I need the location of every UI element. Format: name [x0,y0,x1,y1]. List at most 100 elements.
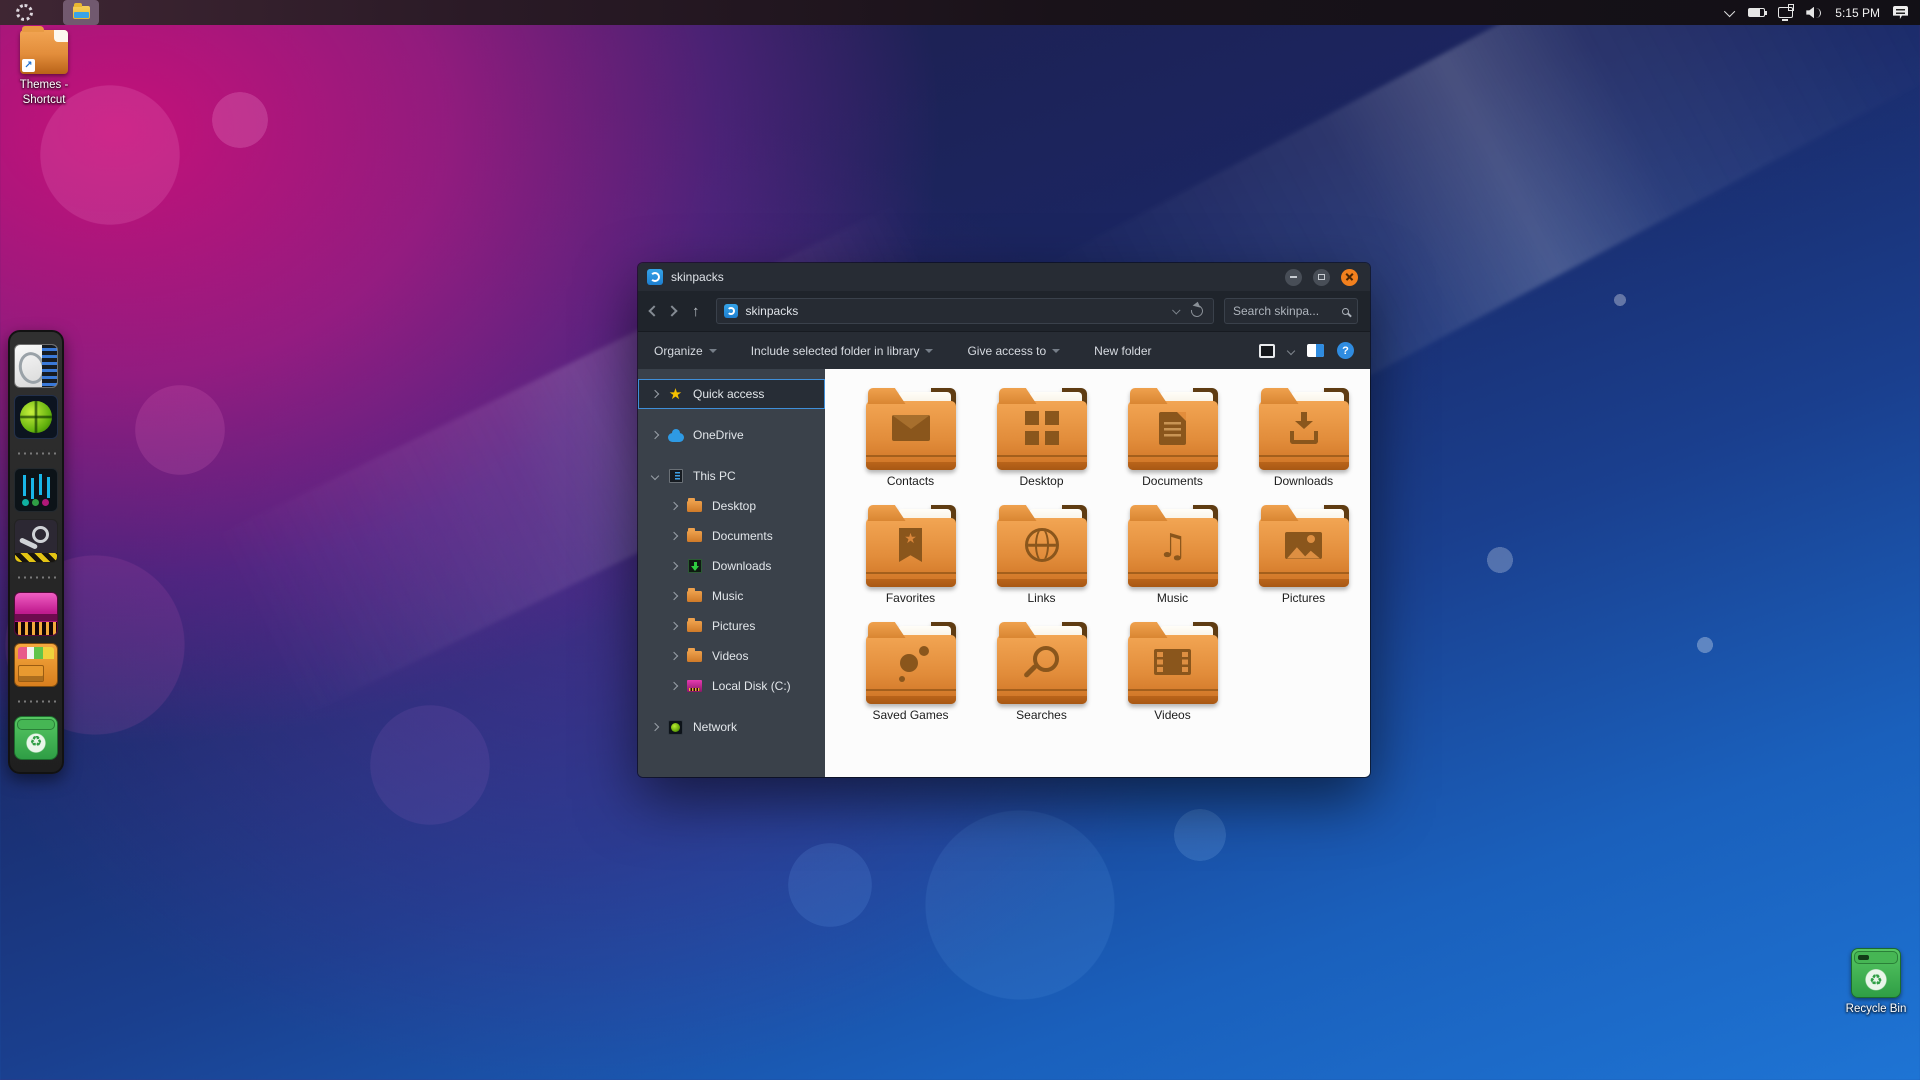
toolbar-organize-button[interactable]: Organize [654,344,717,358]
sidebar-item-label: Network [693,720,738,734]
folder-tile-downloads[interactable]: Downloads [1238,385,1369,502]
details-pane-icon[interactable] [1307,344,1324,357]
dock-separator [16,452,56,455]
folder-tile-label: Contacts [886,474,935,488]
sidebar-item-downloads[interactable]: Downloads [638,551,825,581]
preview-pane-icon[interactable] [1259,343,1275,358]
globe-glyph-icon [997,522,1087,568]
folder-tile-searches[interactable]: Searches [976,619,1107,736]
dock-disk-icon[interactable] [14,592,58,636]
sidebar-section: Network [638,712,825,742]
recycle-bin-slot [1858,955,1869,960]
expander-right-icon[interactable] [669,531,679,541]
folder-tile-saved-games[interactable]: Saved Games [845,619,976,736]
expander-right-icon[interactable] [669,561,679,571]
toolbar-new-folder-button[interactable]: New folder [1094,344,1151,358]
folder-tile-documents[interactable]: Documents [1107,385,1238,502]
display-icon[interactable] [1778,4,1795,21]
toolbar-label: Organize [654,343,703,358]
volume-icon[interactable] [1806,7,1822,19]
sidebar-item-videos[interactable]: Videos [638,641,825,671]
dock-cabinet-icon[interactable] [14,643,58,687]
expander-right-icon[interactable] [669,621,679,631]
app-icon [647,269,663,285]
folder-tile-music[interactable]: Music [1107,502,1238,619]
folder-icon [686,648,703,664]
sidebar-item-quick-access[interactable]: Quick access [638,379,825,409]
toolbar-label: Include selected folder in library [750,343,920,358]
sidebar-item-desktop[interactable]: Desktop [638,491,825,521]
folder-tile-pictures[interactable]: Pictures [1238,502,1369,619]
desktop-shortcut-themes[interactable]: ↗ Themes - Shortcut [8,26,80,108]
help-icon[interactable] [1337,342,1354,359]
expander-right-icon[interactable] [650,389,660,399]
dock-mixer-icon[interactable] [14,468,58,512]
folder-tile-links[interactable]: Links [976,502,1107,619]
dock-computer-icon[interactable] [14,344,58,388]
dock-recycle-icon[interactable] [14,716,58,760]
forward-button[interactable] [666,305,678,317]
clock: 5:15 PM [1835,5,1880,20]
expander-right-icon[interactable] [669,501,679,511]
sidebar-item-this-pc[interactable]: This PC [638,461,825,491]
star-icon [667,386,684,402]
sidebar-item-pictures[interactable]: Pictures [638,611,825,641]
dock-separator [16,700,56,703]
folder-icon [865,505,956,587]
window-controls [1285,268,1358,286]
sidebar-item-network[interactable]: Network [638,712,825,742]
address-dropdown-icon[interactable] [1172,306,1181,315]
search-glyph-icon [997,639,1087,685]
taskbar: 5:15 PM [0,0,1920,25]
refresh-icon[interactable] [1188,302,1206,320]
expander-right-icon[interactable] [669,651,679,661]
doc-glyph-icon [1128,405,1218,451]
shortcut-arrow-icon: ↗ [22,59,35,72]
expander-right-icon[interactable] [669,591,679,601]
action-center-icon[interactable] [1893,6,1908,19]
sidebar-section: OneDrive [638,420,825,450]
expander-right-icon[interactable] [650,722,660,732]
close-button[interactable] [1341,268,1358,286]
sidebar-item-local-disk-c[interactable]: Local Disk (C:) [638,671,825,701]
toolbar-include-selected-folder-in-library-button[interactable]: Include selected folder in library [751,344,934,358]
dock-steam-icon[interactable] [14,519,58,563]
menu-arrow-icon [925,348,934,353]
expander-down-icon[interactable] [650,471,660,481]
film-glyph-icon [1128,639,1218,685]
sidebar-section: Quick access [638,379,825,409]
folder-tile-favorites[interactable]: Favorites [845,502,976,619]
folder-tile-desktop[interactable]: Desktop [976,385,1107,502]
folder-icon [686,618,703,634]
folder-tile-label: Desktop [1019,474,1064,488]
folder-tile-label: Videos [1154,708,1191,722]
dock-browser-icon[interactable] [14,395,58,439]
battery-icon[interactable] [1748,8,1768,17]
chevron-down-icon[interactable] [1286,346,1296,355]
folder-tile-contacts[interactable]: Contacts [845,385,976,502]
chevron-down-icon[interactable] [1724,5,1736,17]
sidebar-item-onedrive[interactable]: OneDrive [638,420,825,450]
address-bar[interactable]: skinpacks [715,298,1214,324]
menu-arrow-icon [708,348,717,353]
back-button[interactable] [648,305,660,317]
dock [8,330,64,774]
up-button[interactable]: ↑ [692,304,700,319]
sidebar-item-documents[interactable]: Documents [638,521,825,551]
expander-right-icon[interactable] [669,681,679,691]
toolbar-give-access-to-button[interactable]: Give access to [967,344,1061,358]
search-icon[interactable] [1342,307,1349,315]
window-titlebar[interactable]: skinpacks [638,263,1370,291]
minimize-button[interactable] [1285,268,1302,286]
sidebar-item-music[interactable]: Music [638,581,825,611]
expander-right-icon[interactable] [650,430,660,440]
folder-tile-videos[interactable]: Videos [1107,619,1238,736]
search-input[interactable]: Search skinpa... [1224,298,1358,324]
ubuntu-logo-icon[interactable] [16,4,33,21]
folder-icon [865,388,956,470]
desktop-recycle-bin[interactable]: Recycle Bin [1838,948,1914,1017]
address-text: skinpacks [745,304,799,318]
navigation-pane: Quick access OneDrive This PC Desktop Docume… [638,369,825,777]
taskbar-file-explorer-button[interactable] [63,0,99,25]
maximize-button[interactable] [1313,268,1330,286]
